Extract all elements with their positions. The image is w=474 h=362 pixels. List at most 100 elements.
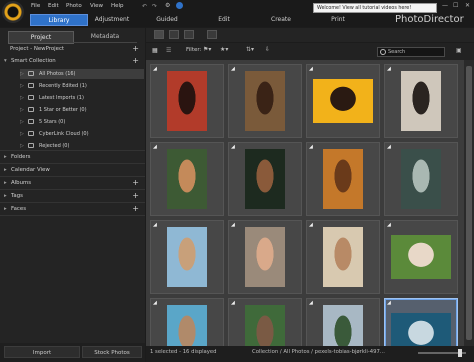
close-icon[interactable]: ✕ <box>465 2 470 9</box>
fullscreen-view-icon[interactable] <box>207 30 217 39</box>
zoom-slider-handle[interactable] <box>458 349 462 357</box>
smart-collection-header[interactable]: ▾ Smart Collection + <box>0 56 145 66</box>
tree-item-recently-edited[interactable]: ▷ Recently Edited (1) <box>20 81 144 91</box>
photo-image <box>167 149 207 209</box>
photo-thumbnail[interactable]: ◢ <box>384 64 458 138</box>
tree-item-1-star[interactable]: ▷ 1 Star or Better (0) <box>20 105 144 115</box>
tree-item-latest-imports[interactable]: ▷ Latest Imports (1) <box>20 93 144 103</box>
section-tags[interactable]: ▸ Tags + <box>0 191 145 201</box>
photo-thumbnail[interactable]: ◢ <box>306 142 380 216</box>
add-smart-collection-icon[interactable]: + <box>132 56 139 65</box>
photo-thumbnail[interactable]: ◢ <box>150 220 224 294</box>
pick-flag-icon[interactable]: ◢ <box>231 222 235 228</box>
pick-flag-icon[interactable]: ◢ <box>387 222 391 228</box>
tree-item-all-photos[interactable]: ▷ All Photos (16) <box>20 69 144 79</box>
thumbnail-view-icon[interactable]: ▦ <box>152 47 158 54</box>
menu-file[interactable]: File <box>31 3 40 9</box>
search-icon <box>380 49 386 55</box>
photo-thumbnail[interactable]: ◢ <box>150 142 224 216</box>
tree-item-cloud[interactable]: ▷ CyberLink Cloud (0) <box>20 129 144 139</box>
photo-thumbnail[interactable]: ◢ <box>228 142 302 216</box>
menu-view[interactable]: View <box>90 3 103 9</box>
tree-item-5-stars[interactable]: ▷ 5 Stars (0) <box>20 117 144 127</box>
add-face-icon[interactable]: + <box>132 204 139 213</box>
photo-thumbnail[interactable]: ◢ <box>306 220 380 294</box>
pick-flag-icon[interactable]: ◢ <box>231 144 235 150</box>
compare-view-icon[interactable] <box>169 30 179 39</box>
settings-icon[interactable]: ⚙ <box>165 2 170 9</box>
add-album-icon[interactable]: + <box>132 178 139 187</box>
pick-flag-icon[interactable]: ◢ <box>153 144 157 150</box>
flag-filter-icon[interactable]: ⚑▾ <box>203 46 211 53</box>
rating-filter-icon[interactable]: ★▾ <box>220 46 228 53</box>
add-tag-icon[interactable]: + <box>132 191 139 200</box>
tab-adjustment[interactable]: Adjustment <box>93 14 131 26</box>
photo-thumbnail[interactable]: ◢ <box>306 64 380 138</box>
photo-thumbnail[interactable]: ◢ <box>228 298 302 346</box>
photo-image <box>391 235 451 279</box>
photo-thumbnail[interactable]: ◢ <box>228 220 302 294</box>
photo-thumbnail[interactable]: ◢ <box>306 298 380 346</box>
section-folders[interactable]: ▸ Folders <box>0 152 145 162</box>
menu-edit[interactable]: Edit <box>48 3 59 9</box>
menu-help[interactable]: Help <box>111 3 124 9</box>
pick-flag-icon[interactable]: ◢ <box>231 66 235 72</box>
tab-project[interactable]: Project <box>8 31 74 44</box>
section-albums[interactable]: ▸ Albums + <box>0 178 145 188</box>
photo-thumbnail[interactable]: ◢ <box>150 298 224 346</box>
photo-image <box>245 71 285 131</box>
reject-icon <box>28 143 34 148</box>
redo-icon[interactable]: ↷ <box>152 3 157 10</box>
photos-icon <box>28 71 34 76</box>
tab-edit[interactable]: Edit <box>210 14 238 26</box>
tab-create[interactable]: Create <box>266 14 296 26</box>
undo-icon[interactable]: ↶ <box>142 3 147 10</box>
single-view-icon[interactable] <box>184 30 194 39</box>
scrollbar-thumb[interactable] <box>466 66 472 340</box>
tab-library[interactable]: Library <box>30 14 88 26</box>
star-icon <box>28 107 34 112</box>
photo-thumbnail[interactable]: ◢ <box>384 142 458 216</box>
maximize-icon[interactable]: ☐ <box>453 2 458 9</box>
panel-toggle-icon[interactable]: ▣ <box>456 47 462 54</box>
list-view-icon[interactable]: ☰ <box>166 47 171 54</box>
view-toolbar <box>146 28 474 42</box>
project-header[interactable]: Project - NewProject + <box>0 44 145 54</box>
tab-metadata[interactable]: Metadata <box>73 31 137 43</box>
import-to-icon[interactable]: ⇩ <box>265 46 270 53</box>
section-calendar-view[interactable]: ▸ Calendar View <box>0 165 145 175</box>
pick-flag-icon[interactable]: ◢ <box>153 300 157 306</box>
tutorial-tooltip[interactable]: Welcome! View all tutorial videos here! <box>313 3 437 13</box>
photo-thumbnail[interactable]: ◢ <box>150 64 224 138</box>
photo-thumbnail[interactable]: ◢ <box>384 298 458 346</box>
expand-arrow-icon: ▸ <box>4 193 7 199</box>
pick-flag-icon[interactable]: ◢ <box>387 300 391 306</box>
add-project-icon[interactable]: + <box>132 44 139 53</box>
pick-flag-icon[interactable]: ◢ <box>309 222 313 228</box>
sort-icon[interactable]: ⇅▾ <box>246 46 254 53</box>
photo-thumbnail[interactable]: ◢ <box>228 64 302 138</box>
photo-thumbnail[interactable]: ◢ <box>384 220 458 294</box>
tab-print[interactable]: Print <box>324 14 352 26</box>
stock-photos-button[interactable]: Stock Photos <box>82 346 142 358</box>
section-faces[interactable]: ▸ Faces + <box>0 204 145 214</box>
grid-view-icon[interactable] <box>154 30 164 39</box>
photo-image <box>245 305 285 346</box>
tab-guided[interactable]: Guided <box>150 14 184 26</box>
pick-flag-icon[interactable]: ◢ <box>387 144 391 150</box>
pick-flag-icon[interactable]: ◢ <box>387 66 391 72</box>
pick-flag-icon[interactable]: ◢ <box>309 66 313 72</box>
pick-flag-icon[interactable]: ◢ <box>153 66 157 72</box>
selection-status: 1 selected - 16 displayed <box>150 349 217 355</box>
pick-flag-icon[interactable]: ◢ <box>309 300 313 306</box>
menu-photo[interactable]: Photo <box>66 3 82 9</box>
minimize-icon[interactable]: — <box>442 2 448 9</box>
account-icon[interactable] <box>176 2 183 9</box>
pick-flag-icon[interactable]: ◢ <box>231 300 235 306</box>
pick-flag-icon[interactable]: ◢ <box>153 222 157 228</box>
cloud-icon <box>28 131 34 136</box>
import-icon <box>28 95 34 100</box>
pick-flag-icon[interactable]: ◢ <box>309 144 313 150</box>
search-input[interactable]: Search <box>377 47 445 57</box>
import-button[interactable]: Import <box>4 346 80 358</box>
